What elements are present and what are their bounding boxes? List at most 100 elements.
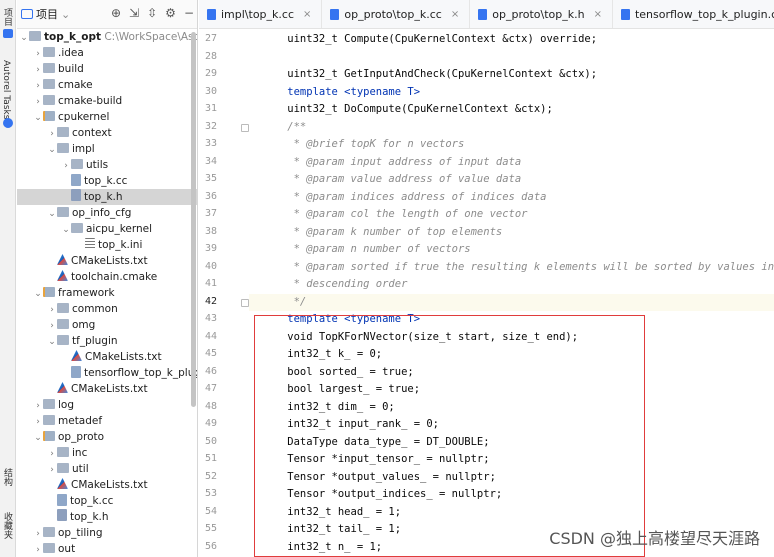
tree-item[interactable]: ⌄ impl <box>17 141 197 158</box>
tree-item-label: top_k.h <box>70 511 109 523</box>
close-tab-icon[interactable]: × <box>594 0 602 28</box>
editor-tab[interactable]: op_proto\top_k.cc × <box>322 0 471 28</box>
gear-icon[interactable]: ⚙ <box>165 6 176 20</box>
close-tab-icon[interactable]: × <box>451 0 459 28</box>
chevron-right-icon[interactable]: › <box>47 446 57 462</box>
code-line[interactable]: * descending order <box>262 278 408 290</box>
chevron-right-icon[interactable]: › <box>47 126 57 142</box>
minimize-icon[interactable]: − <box>184 6 194 20</box>
chevron-right-icon[interactable]: › <box>33 62 43 78</box>
cmake-icon <box>71 350 82 361</box>
add-icon[interactable]: ⊕ <box>111 6 121 20</box>
code-line[interactable]: /** <box>262 121 306 133</box>
tree-item[interactable]: › cmake-build <box>17 93 197 110</box>
structure-label[interactable]: 结构 <box>1 468 14 486</box>
chevron-down-icon[interactable]: ⌄ <box>19 30 29 46</box>
expand-all-icon[interactable]: ⇳ <box>147 6 157 20</box>
favorites-label[interactable]: 收藏夹 <box>1 512 14 539</box>
project-tool-label[interactable]: 项目 <box>1 8 14 26</box>
chevron-right-icon[interactable]: › <box>33 526 43 542</box>
tree-item[interactable]: top_k.cc <box>17 173 197 189</box>
chevron-right-icon[interactable]: › <box>33 398 43 414</box>
code-line[interactable]: uint32_t DoCompute(CpuKernelContext &ctx… <box>262 103 553 115</box>
tree-item-label: metadef <box>58 415 103 427</box>
chevron-right-icon[interactable]: › <box>33 78 43 94</box>
tree-item[interactable]: › .idea <box>17 45 197 62</box>
tree-item[interactable]: CMakeLists.txt <box>17 381 197 397</box>
code-line[interactable]: * @param n number of vectors <box>262 243 471 255</box>
fold-marker-icon[interactable] <box>241 298 249 307</box>
chevron-down-icon[interactable]: ⌄ <box>33 110 43 126</box>
tree-item[interactable]: › inc <box>17 445 197 462</box>
line-number: 39 <box>204 243 217 254</box>
project-view-selector[interactable]: 项目 ⌄ <box>21 6 70 22</box>
editor-tab[interactable]: op_proto\top_k.h × <box>470 0 613 28</box>
tree-item[interactable]: ⌄ framework <box>17 285 197 302</box>
tree-item[interactable]: › utils <box>17 157 197 174</box>
code-line[interactable]: * @param input address of input data <box>262 156 522 168</box>
chevron-down-icon[interactable]: ⌄ <box>47 142 57 158</box>
tree-item[interactable]: › build <box>17 61 197 78</box>
tree-item[interactable]: CMakeLists.txt <box>17 253 197 269</box>
code-line[interactable]: * @param indices address of indices data <box>262 191 547 203</box>
tree-item[interactable]: ⌄ cpukernel <box>17 109 197 126</box>
code-line[interactable]: * @param col the length of one vector <box>262 208 528 220</box>
tree-item[interactable]: › log <box>17 397 197 414</box>
tree-item[interactable]: › util <box>17 461 197 478</box>
chevron-right-icon[interactable]: › <box>47 462 57 478</box>
chevron-down-icon[interactable]: ⌄ <box>33 430 43 446</box>
chevron-down-icon[interactable]: ⌄ <box>47 206 57 222</box>
chevron-right-icon[interactable]: › <box>47 302 57 318</box>
autorel-tasks-label[interactable]: Autorel Tasks <box>1 60 11 119</box>
tree-item[interactable]: toolchain.cmake <box>17 269 197 285</box>
tree-item[interactable]: top_k.ini <box>17 237 197 253</box>
tree-item[interactable]: › cmake <box>17 77 197 94</box>
chevron-right-icon[interactable]: › <box>33 414 43 430</box>
fold-marker-icon[interactable] <box>241 123 249 132</box>
chevron-right-icon[interactable]: › <box>33 94 43 110</box>
chevron-down-icon[interactable]: ⌄ <box>33 286 43 302</box>
chevron-right-icon[interactable]: › <box>33 542 43 557</box>
tree-root[interactable]: ⌄ top_k_opt C:\WorkSpace\Ascend <box>17 29 197 46</box>
tree-item[interactable]: top_k.h <box>17 189 197 205</box>
code-line[interactable]: * @brief topK for n vectors <box>262 138 465 150</box>
tree-scrollbar[interactable] <box>191 32 196 407</box>
tree-item[interactable]: top_k.h <box>17 509 197 525</box>
editor-tab[interactable]: tensorflow_top_k_plugin.cc× <box>613 0 774 28</box>
tree-item[interactable]: tensorflow_top_k_plugin.cc <box>17 365 197 381</box>
code-line[interactable]: uint32_t Compute(CpuKernelContext &ctx) … <box>262 33 597 45</box>
tree-item[interactable]: top_k.cc <box>17 493 197 509</box>
tasks-icon[interactable] <box>3 118 13 128</box>
tree-item[interactable]: CMakeLists.txt <box>17 477 197 493</box>
code-line[interactable]: * @param sorted if true the resulting k … <box>262 261 774 273</box>
chevron-right-icon[interactable]: › <box>61 158 71 174</box>
chevron-right-icon[interactable]: › <box>47 318 57 334</box>
code-line[interactable]: uint32_t GetInputAndCheck(CpuKernelConte… <box>262 68 597 80</box>
tree-item[interactable]: ⌄ op_info_cfg <box>17 205 197 222</box>
chevron-down-icon[interactable]: ⌄ <box>47 334 57 350</box>
tree-item[interactable]: ⌄ op_proto <box>17 429 197 446</box>
code-line[interactable]: * @param k number of top elements <box>262 226 503 238</box>
tree-item-label: cmake-build <box>58 95 123 107</box>
close-tab-icon[interactable]: × <box>303 0 311 28</box>
code-line[interactable]: template <typename T> <box>262 86 420 98</box>
editor-tab[interactable]: impl\top_k.cc × <box>199 0 323 28</box>
tree-item[interactable]: › op_tiling <box>17 525 197 542</box>
tree-item-label: CMakeLists.txt <box>71 383 148 395</box>
tree-item[interactable]: ⌄ aicpu_kernel <box>17 221 197 238</box>
tree-item[interactable]: › out <box>17 541 197 557</box>
code-line[interactable]: * @param value address of value data <box>262 173 522 185</box>
tree-item[interactable]: › common <box>17 301 197 318</box>
tree-item[interactable]: › metadef <box>17 413 197 430</box>
chevron-down-icon[interactable]: ⌄ <box>61 222 71 238</box>
tree-item[interactable]: CMakeLists.txt <box>17 349 197 365</box>
chevron-right-icon[interactable]: › <box>33 46 43 62</box>
collapse-all-icon[interactable]: ⇲ <box>129 6 139 20</box>
code-line[interactable]: */ <box>262 296 307 308</box>
tool-strip: 项目 Autorel Tasks 结构 收藏夹 <box>0 0 16 557</box>
tree-item-label: inc <box>72 447 88 459</box>
tree-item[interactable]: › omg <box>17 317 197 334</box>
tree-item[interactable]: › context <box>17 125 197 142</box>
tree-item[interactable]: ⌄ tf_plugin <box>17 333 197 350</box>
project-tool-icon[interactable] <box>3 29 13 38</box>
